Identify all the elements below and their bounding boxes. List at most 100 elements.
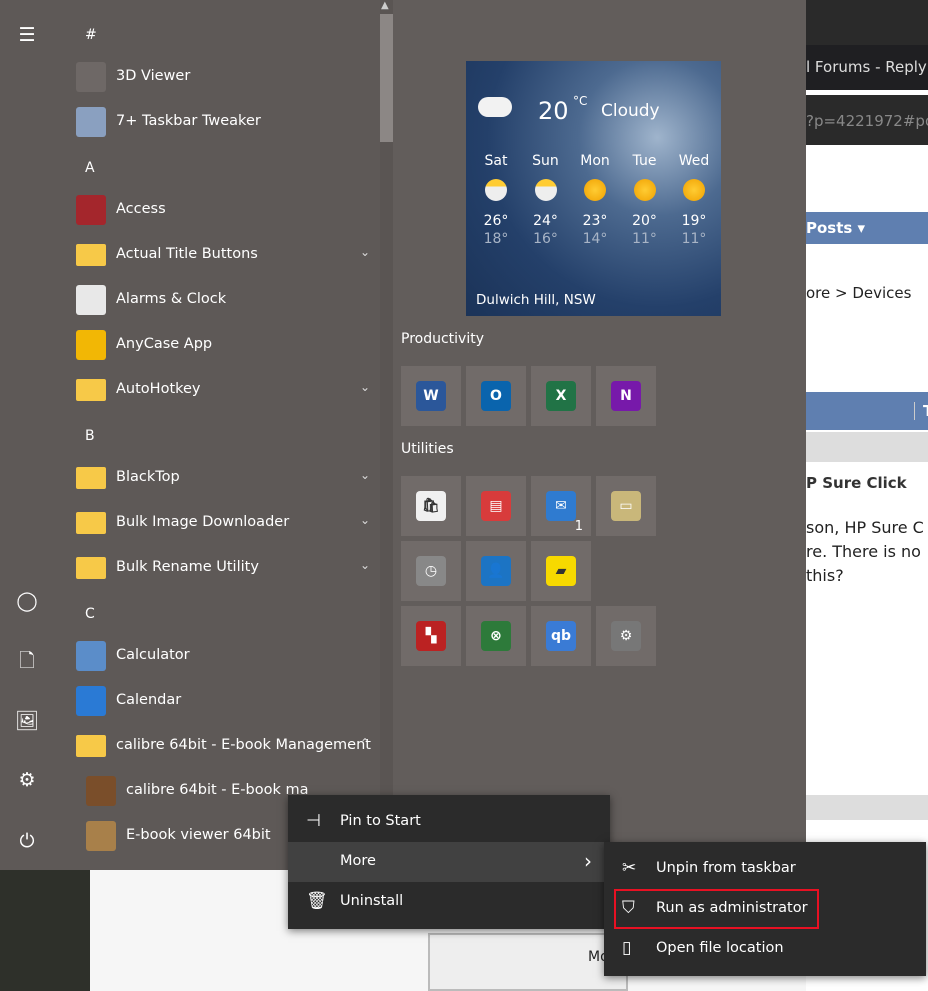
app-list-item[interactable]: BlackTop ⌄ xyxy=(55,456,380,501)
menu-item-pin-to-start[interactable]: ⊣ Pin to Start xyxy=(288,802,610,842)
tile-registry-tool[interactable]: ⚙ xyxy=(596,606,656,666)
expand-chevron-icon[interactable]: ⌄ xyxy=(360,468,370,482)
tile-alarms-clock[interactable]: ◷ xyxy=(401,541,461,601)
scrollbar-thumb[interactable] xyxy=(380,14,393,142)
post-line: re. There is no xyxy=(806,542,921,561)
app-icon xyxy=(76,62,106,92)
menu-item-unpin-from-taskbar[interactable]: ✂ Unpin from taskbar xyxy=(604,849,926,889)
forecast-day: Tue 20° 11° xyxy=(623,153,667,247)
tile-microsoft-store[interactable]: 🛍 xyxy=(401,476,461,536)
high-temp: 20° xyxy=(632,213,657,229)
app-list-item[interactable]: Actual Title Buttons ⌄ xyxy=(55,233,380,278)
high-temp: 19° xyxy=(681,213,707,229)
app-green-icon: ⊗ xyxy=(481,621,511,651)
onenote-icon: N xyxy=(611,381,641,411)
tile-qbittorrent[interactable]: qb xyxy=(531,606,591,666)
app-list-item[interactable]: Bulk Image Downloader ⌄ xyxy=(55,501,380,546)
browser-tab-title[interactable]: l Forums - Reply to xyxy=(806,58,928,76)
expand-chevron-icon[interactable]: ⌄ xyxy=(360,380,370,394)
group-title[interactable]: Utilities xyxy=(401,441,454,457)
scanner-icon: ▭ xyxy=(611,491,641,521)
app-label: 3D Viewer xyxy=(116,68,191,84)
breadcrumb: ore > Devices xyxy=(806,284,912,302)
tile-excel[interactable]: X xyxy=(531,366,591,426)
start-menu: ☰ ◯ 🗋 🖼 ⚙ ⏻ #3D Viewer 7+ Taskbar Tweaker A Acce… xyxy=(0,0,806,870)
qbittorrent-icon: qb xyxy=(546,621,576,651)
forecast-day: Sat 26° 18° xyxy=(474,153,518,247)
app-list-item[interactable]: Calculator xyxy=(55,634,380,679)
expand-chevron-icon[interactable]: ⌃ xyxy=(360,736,370,750)
thread-title: P Sure Click xyxy=(806,474,907,492)
sunny-icon xyxy=(584,179,606,201)
menu-item-run-as-administrator[interactable]: ⛉ Run as administrator xyxy=(604,889,926,929)
sticky-notes-icon: ▰ xyxy=(546,556,576,586)
news-icon: ▤ xyxy=(481,491,511,521)
column-header: T xyxy=(914,402,928,420)
app-list-item[interactable]: AnyCase App xyxy=(55,323,380,368)
documents-icon[interactable]: 🗋 xyxy=(14,648,40,674)
power-icon[interactable]: ⏻ xyxy=(14,828,40,854)
folder-icon xyxy=(76,512,106,534)
condition: Cloudy xyxy=(601,101,660,121)
context-menu: ⊣ Pin to Start More › 🗑 Uninstall xyxy=(288,795,610,929)
address-bar[interactable]: ?p=4221972#po xyxy=(806,112,928,130)
posts-nav[interactable]: Posts ▾ xyxy=(806,219,865,237)
unpin-icon: ✂ xyxy=(622,858,637,878)
settings-gear-icon[interactable]: ⚙ xyxy=(14,767,40,793)
app-icon xyxy=(86,776,116,806)
expand-chevron-icon[interactable]: ⌄ xyxy=(360,558,370,572)
day-label: Sun xyxy=(532,153,559,169)
tile-app-green[interactable]: ⊗ xyxy=(466,606,526,666)
group-title[interactable]: Productivity xyxy=(401,331,484,347)
app-list-item[interactable]: calibre 64bit - E-book Management ⌃ xyxy=(55,724,380,769)
tile-news[interactable]: ▤ xyxy=(466,476,526,536)
low-temp: 11° xyxy=(632,231,657,247)
expand-chevron-icon[interactable]: ⌄ xyxy=(360,245,370,259)
expand-chevron-icon[interactable]: ⌄ xyxy=(360,513,370,527)
tile-scanner[interactable]: ▭ xyxy=(596,476,656,536)
app-list-item[interactable]: Access xyxy=(55,188,380,233)
menu-item-open-file-location[interactable]: ▯ Open file location xyxy=(604,929,926,969)
folder-open-icon: ▯ xyxy=(622,938,632,958)
app-label: Actual Title Buttons xyxy=(116,246,258,262)
tile-mail[interactable]: ✉ 1 xyxy=(531,476,591,536)
app-label: Bulk Image Downloader xyxy=(116,514,290,530)
tile-outlook[interactable]: O xyxy=(466,366,526,426)
app-list-item[interactable]: 7+ Taskbar Tweaker xyxy=(55,100,380,145)
weather-tile[interactable]: 20 °C Cloudy Dulwich Hill, NSW Sat 26° 18°… xyxy=(466,61,721,316)
app-list-item[interactable]: Alarms & Clock xyxy=(55,278,380,323)
desktop-wallpaper xyxy=(0,870,90,991)
notification-badge: 1 xyxy=(574,519,583,534)
location: Dulwich Hill, NSW xyxy=(476,292,596,308)
microsoft-store-icon: 🛍 xyxy=(416,491,446,521)
low-temp: 11° xyxy=(681,231,707,247)
letter-header[interactable]: B xyxy=(85,428,95,444)
tile-word[interactable]: W xyxy=(401,366,461,426)
scroll-up-arrow-icon[interactable]: ▲ xyxy=(381,0,389,11)
pictures-icon[interactable]: 🖼 xyxy=(14,708,40,734)
folder-icon xyxy=(76,557,106,579)
app-list-item[interactable]: Calendar xyxy=(55,679,380,724)
high-temp: 23° xyxy=(582,213,608,229)
menu-item-more[interactable]: More › xyxy=(288,842,610,882)
hamburger-menu-icon[interactable]: ☰ xyxy=(14,22,40,48)
people-icon: 👤 xyxy=(481,556,511,586)
letter-header[interactable]: # xyxy=(85,27,97,43)
user-account-icon[interactable]: ◯ xyxy=(14,588,40,614)
app-list-item[interactable]: Bulk Rename Utility ⌄ xyxy=(55,546,380,591)
menu-item-uninstall[interactable]: 🗑 Uninstall xyxy=(288,882,610,922)
app-label: calibre 64bit - E-book ma xyxy=(126,782,309,798)
tile-sticky-notes[interactable]: ▰ xyxy=(531,541,591,601)
tile-onenote[interactable]: N xyxy=(596,366,656,426)
menu-item-label: Unpin from taskbar xyxy=(656,860,796,876)
app-list-item[interactable]: AutoHotkey ⌄ xyxy=(55,368,380,413)
letter-header[interactable]: C xyxy=(85,606,95,622)
tile-people[interactable]: 👤 xyxy=(466,541,526,601)
menu-item-label: Open file location xyxy=(656,940,784,956)
highlight-outline xyxy=(614,889,819,929)
app-label: 7+ Taskbar Tweaker xyxy=(116,113,261,129)
app-list-item[interactable]: 3D Viewer xyxy=(55,55,380,100)
app-icon xyxy=(76,641,106,671)
tile-flag-tool[interactable]: ▚ xyxy=(401,606,461,666)
letter-header[interactable]: A xyxy=(85,160,95,176)
